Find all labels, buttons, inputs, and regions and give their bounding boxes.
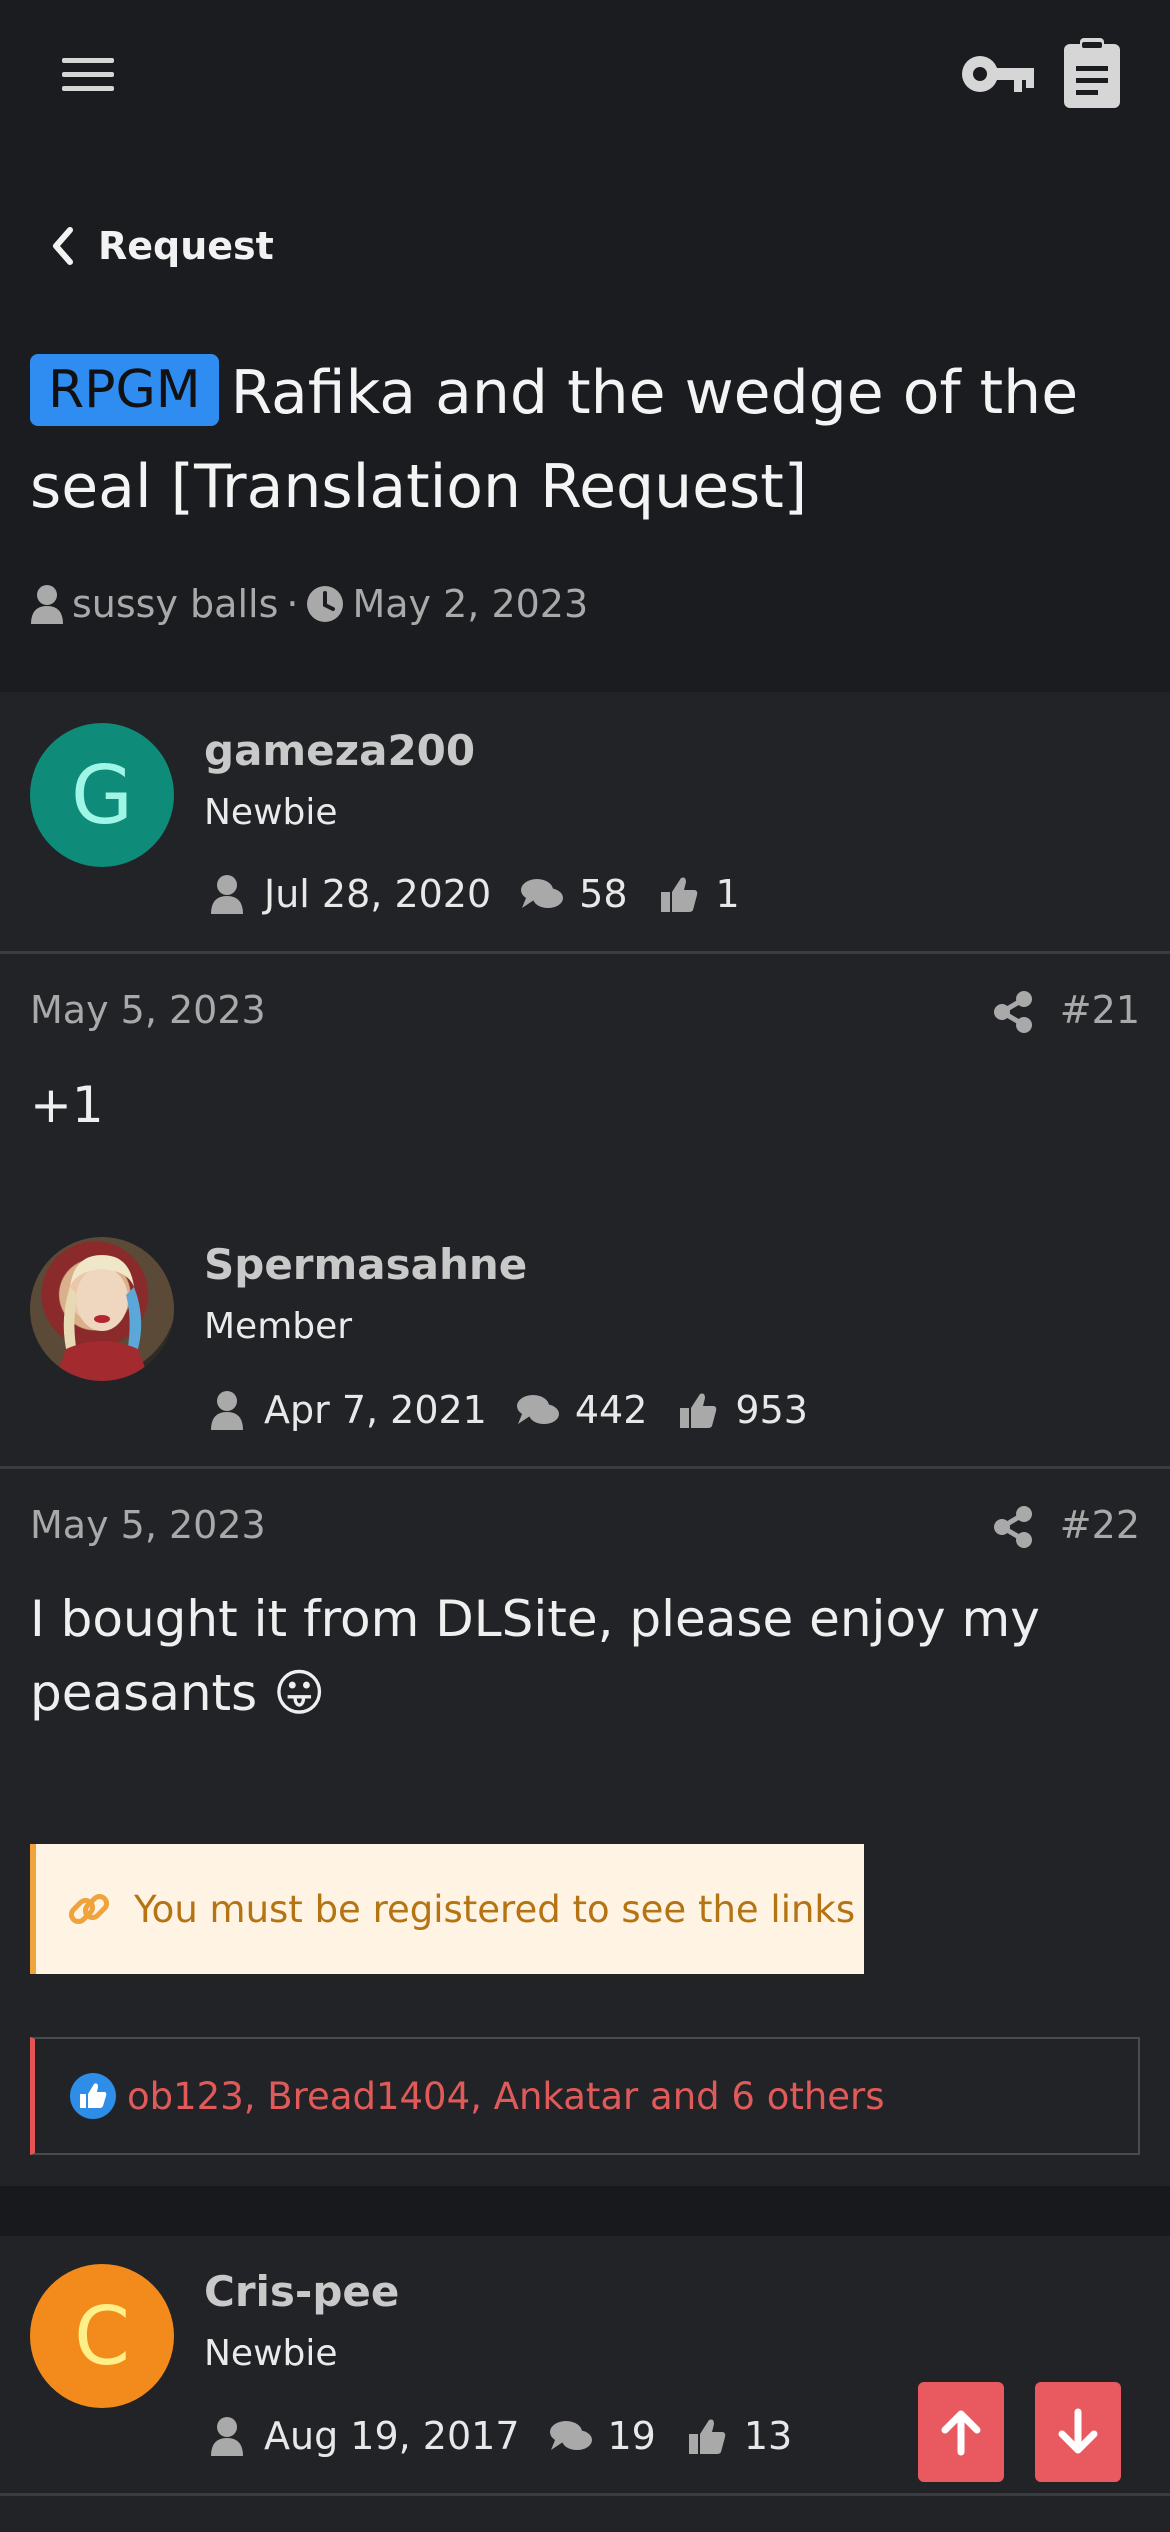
page-title: RPGM Rafika and the wedge of the seal [Tr…	[30, 346, 1140, 534]
breadcrumb-label: Request	[98, 224, 274, 268]
prefix-badge[interactable]: RPGM	[30, 354, 219, 426]
thumbs-up-icon	[684, 2413, 730, 2459]
post-date[interactable]: May 5, 2023	[30, 1503, 266, 1547]
message-count: 442	[574, 1388, 648, 1432]
thread-date[interactable]: May 2, 2023	[352, 582, 588, 626]
reaction-score: 953	[735, 1388, 808, 1432]
post-body: +1	[30, 1076, 104, 1134]
scroll-up-button[interactable]	[918, 2382, 1004, 2482]
post-number[interactable]: #22	[1060, 1503, 1140, 1547]
user-title: Newbie	[204, 2333, 338, 2374]
message-count: 58	[579, 872, 628, 916]
reactions-bar[interactable]: ob123, Bread1404, Ankatar and 6 others	[30, 2037, 1140, 2155]
joined-date: Apr 7, 2021	[264, 1388, 487, 1432]
breadcrumb[interactable]: Request	[50, 218, 274, 274]
thumbs-up-icon	[675, 1387, 721, 1433]
thread-meta: sussy balls · May 2, 2023	[30, 576, 588, 632]
post-number[interactable]: #21	[1060, 988, 1140, 1032]
user-icon	[204, 1387, 250, 1433]
divider	[0, 2493, 1170, 2496]
divider	[0, 1466, 1170, 1469]
user-stats: Aug 19, 2017 19 13	[204, 2408, 820, 2464]
clock-icon	[307, 586, 344, 622]
notice-text: You must be registered to see the links	[134, 1887, 856, 1931]
reaction-score: 1	[715, 872, 740, 916]
thumbs-up-icon	[70, 2073, 116, 2119]
tongue-emoji: 😛	[273, 1664, 326, 1722]
arrow-up-icon	[941, 2410, 981, 2456]
comments-icon	[548, 2413, 594, 2459]
user-title: Newbie	[204, 792, 338, 833]
divider	[0, 951, 1170, 954]
post-body-text: I bought it from DLSite, please enjoy my…	[30, 1590, 1040, 1722]
joined-date: Jul 28, 2020	[264, 872, 492, 916]
comments-icon	[519, 871, 565, 917]
link-icon	[68, 1893, 110, 1925]
username[interactable]: gameza200	[204, 726, 475, 775]
username[interactable]: Cris-pee	[204, 2267, 399, 2316]
username[interactable]: Spermasahne	[204, 1240, 527, 1289]
registration-notice: You must be registered to see the links	[30, 1844, 864, 1974]
thumbs-up-icon	[656, 871, 702, 917]
post-date[interactable]: May 5, 2023	[30, 988, 266, 1032]
user-stats: Apr 7, 2021 442 953	[204, 1382, 836, 1438]
user-icon	[204, 871, 250, 917]
share-icon[interactable]	[990, 1504, 1036, 1550]
clipboard-icon[interactable]	[1052, 36, 1132, 112]
hamburger-menu-icon[interactable]	[58, 52, 118, 96]
user-stats: Jul 28, 2020 58 1	[204, 866, 768, 922]
avatar-portrait-icon	[54, 1255, 150, 1381]
message-count: 19	[607, 2414, 656, 2458]
avatar[interactable]: G	[30, 723, 174, 867]
user-icon	[31, 585, 63, 624]
user-title: Member	[204, 1306, 353, 1347]
reacted-users[interactable]: ob123, Bread1404, Ankatar and 6 others	[127, 2075, 885, 2118]
thread-author[interactable]: sussy balls	[72, 582, 278, 626]
user-icon	[204, 2413, 250, 2459]
share-icon[interactable]	[990, 989, 1036, 1035]
avatar[interactable]: C	[30, 2264, 174, 2408]
meta-separator: ·	[286, 582, 299, 626]
arrow-down-icon	[1058, 2408, 1098, 2454]
post-separator-band	[0, 2186, 1170, 2236]
chevron-left-icon	[53, 227, 73, 265]
key-icon[interactable]	[958, 36, 1038, 112]
post-body: I bought it from DLSite, please enjoy my…	[30, 1582, 1140, 1730]
reaction-score: 13	[743, 2414, 793, 2458]
scroll-down-button[interactable]	[1035, 2382, 1121, 2482]
joined-date: Aug 19, 2017	[264, 2414, 520, 2458]
comments-icon	[515, 1387, 561, 1433]
avatar[interactable]	[30, 1237, 174, 1381]
